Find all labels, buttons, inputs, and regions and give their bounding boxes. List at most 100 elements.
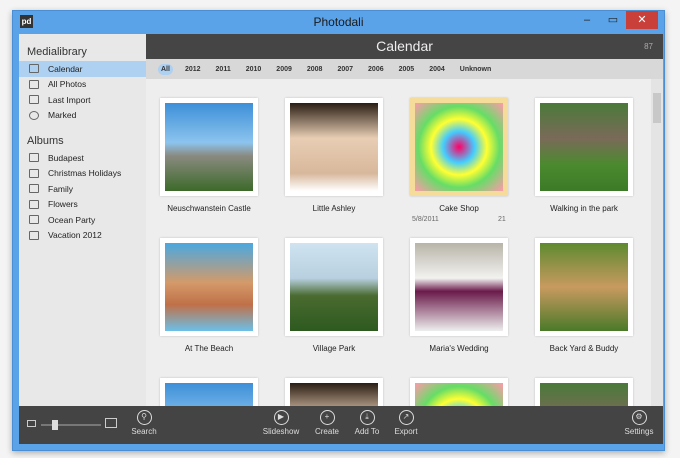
item-label: Budapest [48, 152, 84, 163]
year-filter-2010[interactable]: 2010 [243, 64, 265, 75]
sidebar-item-all-photos[interactable]: All Photos [19, 77, 146, 93]
year-filter-2011[interactable]: 2011 [213, 64, 234, 75]
label: Export [394, 427, 418, 436]
item-label: Calendar [48, 63, 83, 74]
photos-icon [29, 79, 39, 89]
photo-thumbnail [290, 103, 378, 191]
sidebar: Medialibrary Calendar All Photos Last Im… [19, 34, 146, 406]
item-label: Last Import [48, 94, 91, 105]
item-label: Vacation 2012 [48, 230, 102, 241]
item-label: Ocean Party [48, 214, 96, 225]
photo-tile[interactable] [285, 378, 383, 406]
folder-icon [29, 199, 39, 209]
export-icon: ↗ [398, 410, 414, 425]
photo-thumbnail [540, 243, 628, 331]
app-window: pd Photodali – ▭ ✕ Medialibrary Calendar… [12, 10, 665, 451]
year-filter-all[interactable]: All [158, 63, 173, 75]
calendar-icon [29, 64, 39, 74]
photo-count: 21 [498, 216, 506, 223]
photo-tile[interactable] [535, 98, 633, 196]
photo-tile[interactable] [285, 98, 383, 196]
year-filter-2007[interactable]: 2007 [334, 64, 356, 75]
photo-caption: Walking in the park [550, 204, 618, 213]
maximize-button[interactable]: ▭ [600, 11, 626, 29]
photo-tile[interactable] [410, 378, 508, 406]
sidebar-item-calendar[interactable]: Calendar [19, 61, 146, 77]
photo-tile[interactable] [160, 378, 258, 406]
photo-count: 87 [644, 42, 653, 51]
minimize-button[interactable]: – [574, 11, 600, 29]
sidebar-item-marked[interactable]: Marked [19, 108, 146, 124]
year-filter-2004[interactable]: 2004 [426, 64, 448, 75]
year-filter-unknown[interactable]: Unknown [457, 64, 495, 75]
album-flowers[interactable]: Flowers [19, 197, 146, 213]
label: Create [314, 427, 339, 436]
item-label: Christmas Holidays [48, 168, 122, 179]
photo-thumbnail [165, 103, 253, 191]
item-label: Flowers [48, 199, 78, 210]
folder-icon [29, 168, 39, 178]
photo-caption: Village Park [312, 344, 356, 353]
year-filter-2005[interactable]: 2005 [396, 64, 418, 75]
year-filter-2009[interactable]: 2009 [273, 64, 295, 75]
small-thumb-icon [27, 420, 36, 427]
album-family[interactable]: Family [19, 181, 146, 197]
main-content: Calendar 87 All 2012 2011 2010 2009 2008 2007 20… [146, 34, 663, 406]
title-bar: pd Photodali – ▭ ✕ [13, 11, 664, 33]
photo-thumbnail [415, 103, 503, 191]
photo-thumbnail [165, 383, 253, 406]
search-button[interactable]: ⚲ Search [122, 410, 166, 436]
photo-tile[interactable] [285, 238, 383, 336]
folder-icon [29, 153, 39, 163]
photo-tile[interactable] [160, 98, 258, 196]
add-to-button[interactable]: ⤓ Add To [345, 410, 389, 436]
photo-caption: Little Ashley [312, 204, 356, 213]
photo-thumbnail [290, 383, 378, 406]
year-filter-2008[interactable]: 2008 [304, 64, 326, 75]
view-title: Calendar [376, 38, 433, 54]
settings-button[interactable]: ⚙ Settings [617, 410, 661, 436]
photo-caption: Maria's Wedding [429, 344, 489, 353]
album-budapest[interactable]: Budapest [19, 150, 146, 166]
year-filter-2006[interactable]: 2006 [365, 64, 387, 75]
album-ocean-party[interactable]: Ocean Party [19, 212, 146, 228]
label: Settings [624, 427, 654, 436]
photo-thumbnail [290, 243, 378, 331]
photo-caption: Cake Shop [439, 204, 479, 213]
search-icon: ⚲ [136, 410, 152, 425]
photo-thumbnail [165, 243, 253, 331]
label: Add To [354, 427, 380, 436]
photo-caption: At The Beach [184, 344, 234, 353]
photo-caption: Neuschwanstein Castle [167, 204, 251, 213]
zoom-slider-knob[interactable] [51, 420, 58, 430]
folder-icon [29, 184, 39, 194]
close-button[interactable]: ✕ [626, 11, 658, 29]
export-button[interactable]: ↗ Export [384, 410, 428, 436]
albums-heading: Albums [27, 135, 64, 147]
photo-tile[interactable] [160, 238, 258, 336]
plus-icon: + [319, 410, 335, 425]
download-icon: ⤓ [359, 410, 375, 425]
item-label: All Photos [48, 79, 87, 90]
view-header: Calendar 87 [146, 34, 663, 59]
folder-icon [29, 215, 39, 225]
create-button[interactable]: + Create [305, 410, 349, 436]
album-christmas-holidays[interactable]: Christmas Holidays [19, 166, 146, 182]
photo-tile[interactable] [410, 238, 508, 336]
large-thumb-icon [105, 418, 117, 428]
item-label: Marked [48, 110, 77, 121]
album-vacation-2012[interactable]: Vacation 2012 [19, 228, 146, 244]
import-icon [29, 95, 39, 105]
sidebar-item-last-import[interactable]: Last Import [19, 92, 146, 108]
item-label: Family [48, 183, 74, 194]
photo-tile[interactable] [535, 378, 633, 406]
year-filter-2012[interactable]: 2012 [182, 64, 204, 75]
photo-tile[interactable] [535, 238, 633, 336]
zoom-slider[interactable] [41, 420, 101, 430]
photo-thumbnail [540, 383, 628, 406]
scrollbar-thumb[interactable] [653, 93, 661, 123]
folder-icon [29, 230, 39, 240]
scrollbar[interactable] [651, 79, 663, 406]
slideshow-button[interactable]: ▶ Slideshow [259, 410, 303, 436]
photo-tile[interactable] [410, 98, 508, 196]
